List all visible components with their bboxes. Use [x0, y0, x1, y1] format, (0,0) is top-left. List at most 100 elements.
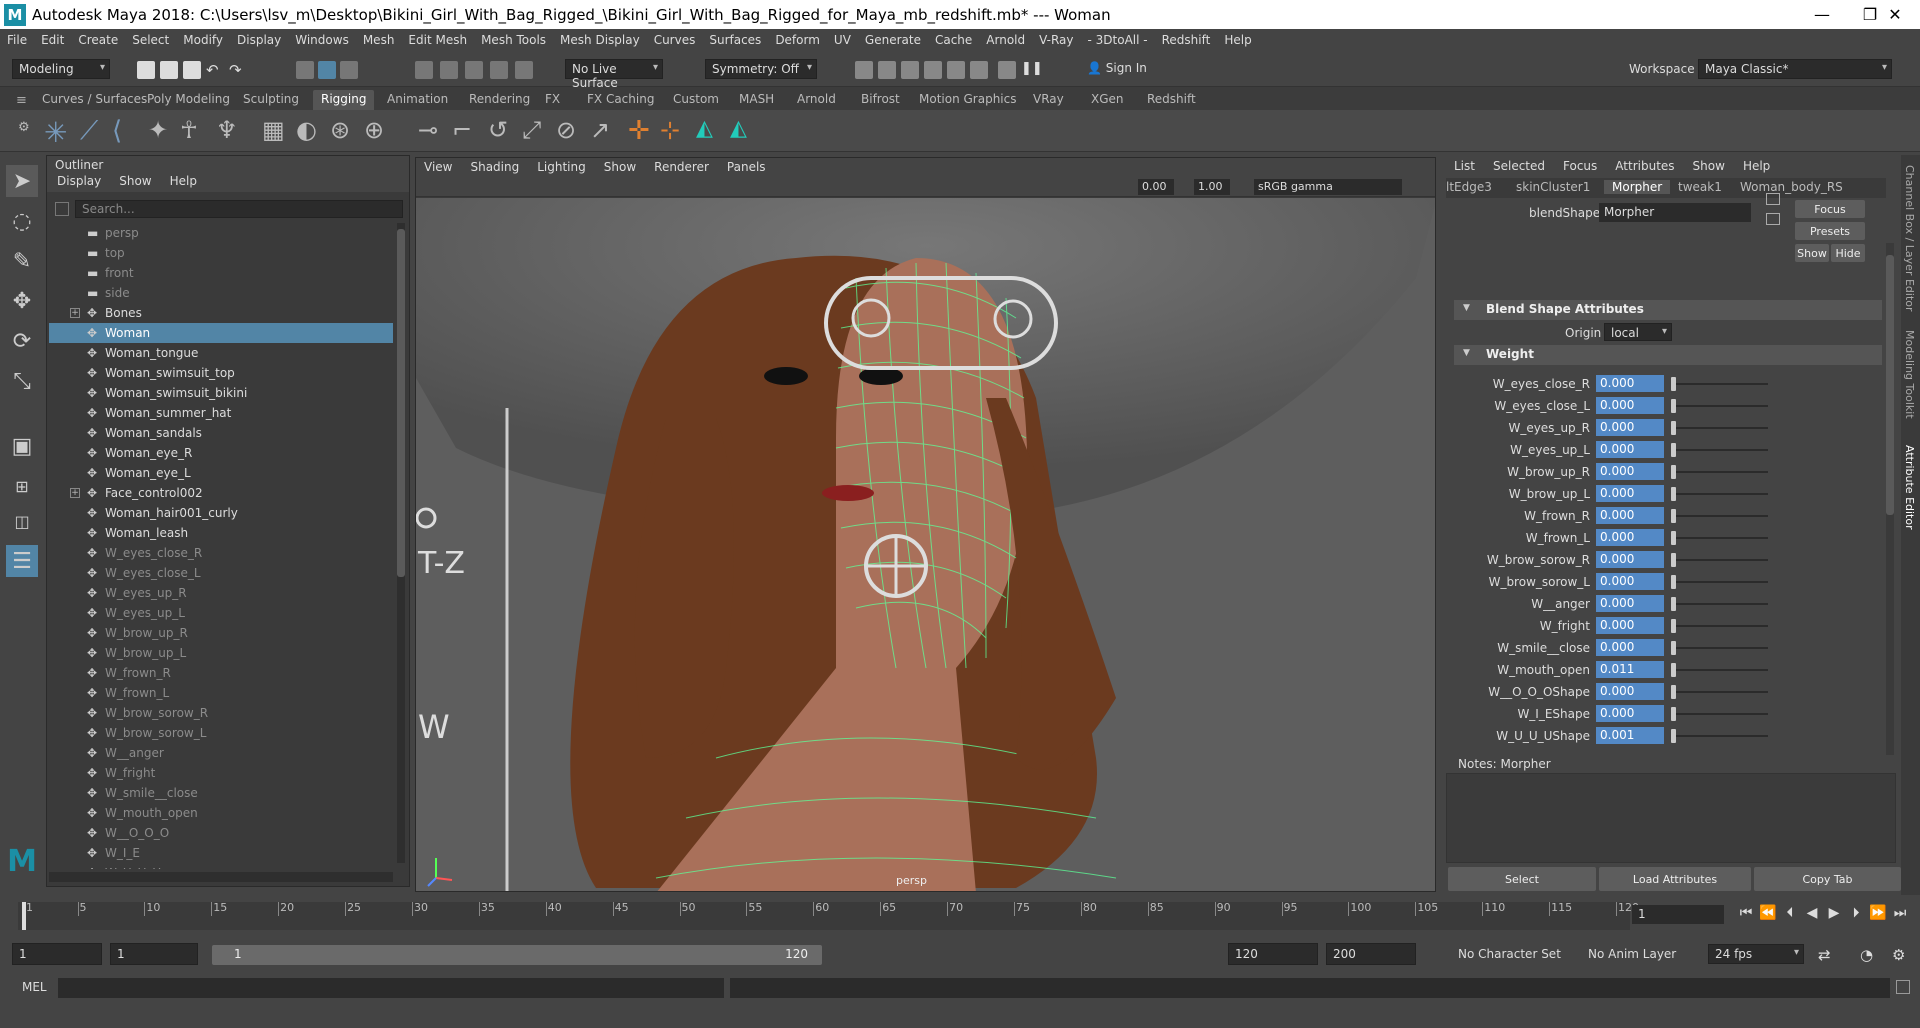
undo-icon[interactable]: ↶: [206, 61, 224, 79]
viewport-menu-show[interactable]: Show: [604, 158, 636, 177]
playback-start-field[interactable]: 1: [110, 943, 198, 965]
viewport-scene[interactable]: T-Z W persp: [416, 198, 1435, 891]
shelf-tab-rigging[interactable]: Rigging: [313, 90, 375, 110]
bind-skin-icon[interactable]: ✦: [148, 116, 168, 144]
menu-select[interactable]: Select: [125, 33, 176, 47]
viewport-menu-shading[interactable]: Shading: [470, 158, 519, 177]
outliner-item[interactable]: ✥ W_smile__close: [49, 783, 393, 803]
outliner-item[interactable]: ✥ Woman_swimsuit_bikini: [49, 383, 393, 403]
point-constraint-icon[interactable]: ⊸: [418, 116, 438, 144]
menu-redshift[interactable]: Redshift: [1155, 33, 1218, 47]
weight-value-field[interactable]: 0.000: [1596, 595, 1664, 612]
attr-menu-help[interactable]: Help: [1743, 155, 1770, 177]
weight-value-field[interactable]: 0.000: [1596, 419, 1664, 436]
menu-help[interactable]: Help: [1217, 33, 1258, 47]
exposure-field[interactable]: 0.00: [1138, 179, 1174, 195]
quick-rig-icon[interactable]: ☥: [180, 116, 198, 144]
attr-menu-show[interactable]: Show: [1693, 155, 1725, 177]
time-slider-bar[interactable]: 1 5 10 15 20 25 30 35 40 45 50 55 60 65 70 75 80 85 90 95 10…: [18, 901, 1639, 930]
redo-icon[interactable]: ↷: [229, 61, 247, 79]
shelf-settings-icon[interactable]: ⚙: [18, 120, 30, 135]
gamma-field[interactable]: 1.00: [1194, 179, 1230, 195]
playback-end-field[interactable]: 120: [1228, 943, 1318, 965]
outliner-item[interactable]: ✥ W_mouth_open: [49, 803, 393, 823]
node-tab-skincluster1[interactable]: skinCluster1: [1516, 180, 1590, 194]
mash-icon-2[interactable]: ◭: [730, 116, 747, 141]
weight-value-field[interactable]: 0.000: [1596, 683, 1664, 700]
weight-slider-handle[interactable]: [1671, 377, 1676, 391]
weight-value-field[interactable]: 0.000: [1596, 507, 1664, 524]
shelf-tab-curves-surfaces[interactable]: Curves / Surfaces: [34, 90, 155, 110]
weight-slider-track[interactable]: [1672, 603, 1768, 605]
outliner-search-input[interactable]: Search...: [75, 200, 403, 218]
outliner-item[interactable]: ✥ Woman_hair001_curly: [49, 503, 393, 523]
dock-tab-modeling-toolkit[interactable]: Modeling Toolkit: [1903, 330, 1916, 419]
shelf-tab-animation[interactable]: Animation: [379, 90, 456, 110]
outliner-item[interactable]: ✥ W_frown_L: [49, 683, 393, 703]
weight-slider-handle[interactable]: [1671, 465, 1676, 479]
weight-slider-handle[interactable]: [1671, 509, 1676, 523]
anim-layer-dropdown[interactable]: No Anim Layer: [1588, 947, 1676, 961]
outliner-filter-icon[interactable]: [55, 202, 69, 216]
step-forward-frame-icon[interactable]: ⏵: [1845, 905, 1867, 921]
cluster-icon[interactable]: ⊛: [330, 116, 350, 144]
parent-constraint-icon[interactable]: ⊘: [556, 116, 576, 144]
weight-value-field[interactable]: 0.000: [1596, 639, 1664, 656]
weight-section[interactable]: Weight: [1454, 345, 1882, 365]
shelf-tab-custom[interactable]: Custom: [665, 90, 727, 110]
lasso-tool-icon[interactable]: ◌: [6, 205, 38, 237]
select-object-icon[interactable]: [318, 61, 336, 79]
ipr-render-icon[interactable]: [901, 61, 919, 79]
outliner-item[interactable]: + ✥ Bones: [49, 303, 393, 323]
outliner-menu-show[interactable]: Show: [119, 174, 151, 192]
outliner-item[interactable]: ✥ Woman_summer_hat: [49, 403, 393, 423]
end-time-field[interactable]: 200: [1326, 943, 1416, 965]
weight-value-field[interactable]: 0.000: [1596, 705, 1664, 722]
weight-slider-handle[interactable]: [1671, 729, 1676, 743]
cross-joint-icon[interactable]: ⊹: [660, 116, 680, 144]
menu-3dtoall[interactable]: - 3DtoAll -: [1081, 33, 1155, 47]
menu-v-ray[interactable]: V-Ray: [1032, 33, 1080, 47]
outliner-item[interactable]: ✥ W_brow_up_L: [49, 643, 393, 663]
viewport-menu-panels[interactable]: Panels: [727, 158, 766, 177]
snap-surface-icon[interactable]: [515, 61, 533, 79]
map-icon[interactable]: [1766, 213, 1780, 225]
weight-value-field[interactable]: 0.000: [1596, 397, 1664, 414]
current-time-marker[interactable]: [22, 902, 26, 930]
attr-menu-focus[interactable]: Focus: [1563, 155, 1597, 177]
outliner-item[interactable]: ✥ W_brow_sorow_R: [49, 703, 393, 723]
blendshape-name-field[interactable]: Morpher: [1599, 203, 1751, 222]
play-forwards-icon[interactable]: ▶: [1823, 905, 1845, 921]
weight-slider-handle[interactable]: [1671, 641, 1676, 655]
node-tab-tweak1[interactable]: tweak1: [1678, 180, 1722, 194]
close-button[interactable]: ✕: [1870, 0, 1920, 29]
shelf-tab-redshift[interactable]: Redshift: [1139, 90, 1204, 110]
character-set-dropdown[interactable]: No Character Set: [1458, 947, 1561, 961]
dock-tab-channel-box-layer-editor[interactable]: Channel Box / Layer Editor: [1903, 165, 1916, 312]
weight-value-field[interactable]: 0.000: [1596, 375, 1664, 392]
outliner-item[interactable]: ✥ W_frown_R: [49, 663, 393, 683]
dock-tab-attribute-editor[interactable]: Attribute Editor: [1903, 445, 1916, 530]
shelf-menu-icon[interactable]: ≡: [16, 93, 27, 108]
weight-value-field[interactable]: 0.000: [1596, 485, 1664, 502]
outliner-item[interactable]: ✥ Woman_eye_R: [49, 443, 393, 463]
weight-slider-track[interactable]: [1672, 515, 1768, 517]
shelf-tab-sculpting[interactable]: Sculpting: [235, 90, 307, 110]
weight-slider-track[interactable]: [1672, 537, 1768, 539]
menu-display[interactable]: Display: [230, 33, 288, 47]
outliner-item[interactable]: ✥ W_brow_sorow_L: [49, 723, 393, 743]
outliner-item[interactable]: ✥ W_brow_up_R: [49, 623, 393, 643]
mode-dropdown[interactable]: Modeling: [12, 59, 110, 79]
outliner-menu-display[interactable]: Display: [57, 174, 101, 192]
weight-slider-handle[interactable]: [1671, 707, 1676, 721]
show-button[interactable]: Show: [1795, 244, 1829, 262]
render-view-icon[interactable]: [878, 61, 896, 79]
pause-icon[interactable]: ❚❚: [1021, 61, 1043, 79]
outliner-item[interactable]: ✥ W_eyes_up_L: [49, 603, 393, 623]
minimize-button[interactable]: —: [1797, 0, 1847, 29]
move-tool-icon[interactable]: ✥: [6, 285, 38, 317]
aim-constraint-icon[interactable]: ⌐: [452, 116, 472, 144]
shelf-tab-fx-caching[interactable]: FX Caching: [579, 90, 662, 110]
weight-slider-track[interactable]: [1672, 581, 1768, 583]
attr-menu-attributes[interactable]: Attributes: [1615, 155, 1674, 177]
